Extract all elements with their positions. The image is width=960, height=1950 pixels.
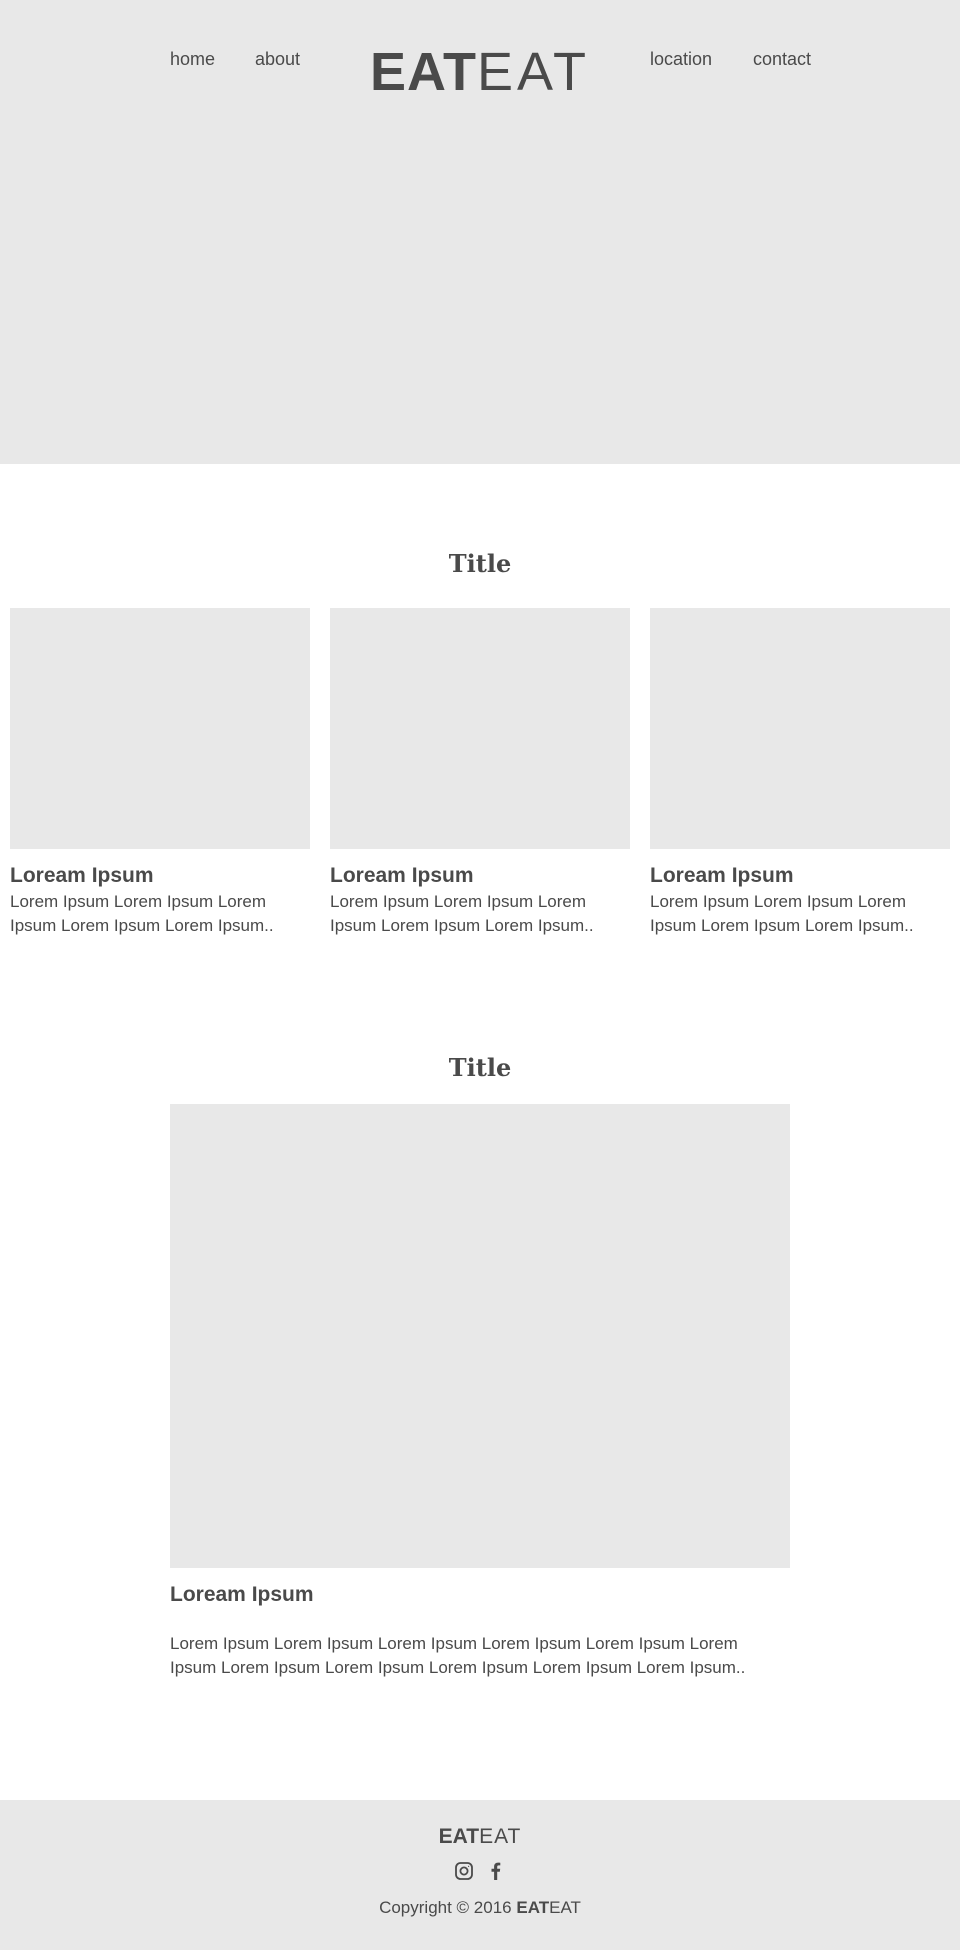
copyright-text: Copyright © 2016 EATEAT bbox=[0, 1897, 960, 1919]
card-heading: Loream Ipsum bbox=[330, 864, 474, 887]
hero-banner: home about EATEAT location contact bbox=[0, 0, 960, 464]
copyright-prefix: Copyright © 2016 bbox=[379, 1898, 517, 1917]
copyright-brand-bold: EAT bbox=[516, 1898, 550, 1917]
feature-heading: Loream Ipsum bbox=[170, 1583, 314, 1606]
instagram-icon[interactable] bbox=[454, 1861, 474, 1881]
site-footer: EATEAT Copyright © 2016 EATEAT bbox=[0, 1800, 960, 1950]
footer-logo[interactable]: EATEAT bbox=[0, 1824, 960, 1850]
logo-bold-text: EAT bbox=[369, 42, 477, 102]
content-card[interactable]: Loream Ipsum Lorem Ipsum Lorem Ipsum Lor… bbox=[650, 608, 950, 938]
card-image-placeholder bbox=[650, 608, 950, 849]
facebook-icon[interactable] bbox=[486, 1861, 506, 1881]
section-title: Title bbox=[448, 1053, 512, 1082]
nav-link-location[interactable]: location bbox=[650, 48, 712, 70]
site-logo[interactable]: EATEAT bbox=[0, 40, 960, 104]
feature-text: Lorem Ipsum Lorem Ipsum Lorem Ipsum Lore… bbox=[170, 1634, 746, 1677]
card-text: Lorem Ipsum Lorem Ipsum Lorem Ipsum Lore… bbox=[10, 892, 274, 935]
copyright-brand-light: EAT bbox=[549, 1898, 581, 1917]
content-card[interactable]: Loream Ipsum Lorem Ipsum Lorem Ipsum Lor… bbox=[330, 608, 630, 938]
card-image-placeholder bbox=[330, 608, 630, 849]
card-heading: Loream Ipsum bbox=[650, 864, 794, 887]
card-text: Lorem Ipsum Lorem Ipsum Lorem Ipsum Lore… bbox=[650, 892, 914, 935]
card-text: Lorem Ipsum Lorem Ipsum Lorem Ipsum Lore… bbox=[330, 892, 594, 935]
card-heading: Loream Ipsum bbox=[10, 864, 154, 887]
footer-logo-light: EAT bbox=[479, 1825, 522, 1848]
feature-image-placeholder bbox=[170, 1104, 790, 1568]
nav-link-contact[interactable]: contact bbox=[753, 48, 811, 70]
logo-light-text: EAT bbox=[476, 42, 590, 102]
section-title: Title bbox=[448, 549, 512, 578]
footer-logo-bold: EAT bbox=[438, 1825, 480, 1848]
content-card[interactable]: Loream Ipsum Lorem Ipsum Lorem Ipsum Lor… bbox=[10, 608, 310, 938]
card-image-placeholder bbox=[10, 608, 310, 849]
